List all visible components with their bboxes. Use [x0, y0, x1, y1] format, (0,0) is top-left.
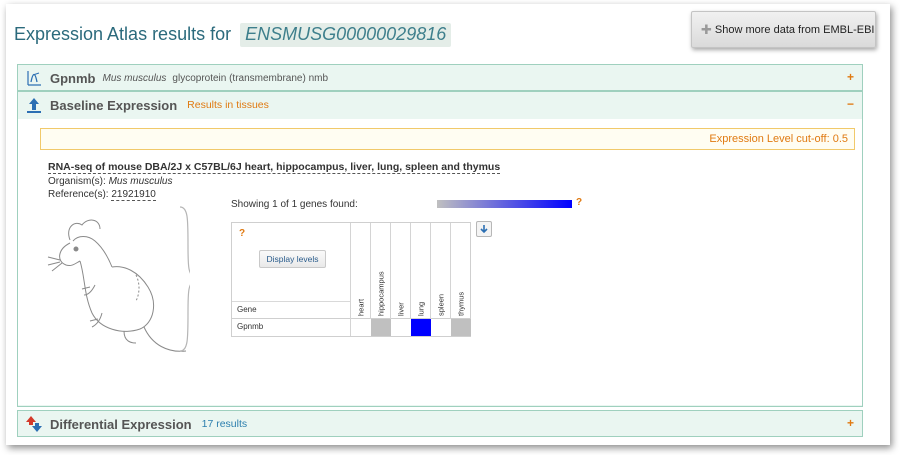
- gene-icon: [18, 69, 50, 87]
- heatmap-cell-lung[interactable]: [411, 319, 431, 336]
- baseline-icon: [18, 96, 50, 114]
- heatmap-cell-heart[interactable]: [351, 319, 371, 336]
- organism-line: Organism(s): Mus musculus: [48, 176, 172, 187]
- organism-label: Organism(s):: [48, 176, 106, 187]
- page-title: Expression Atlas results for ENSMUSG0000…: [14, 23, 452, 47]
- show-more-label: Show more data from EMBL-EBI: [714, 23, 875, 36]
- baseline-panel-header[interactable]: Baseline Expression Results in tissues −: [18, 92, 862, 118]
- reference-link[interactable]: 21921910: [111, 189, 156, 201]
- differential-subtitle[interactable]: 17 results: [202, 418, 248, 430]
- display-levels-button[interactable]: Display levels: [259, 250, 326, 268]
- reference-label: Reference(s):: [48, 189, 109, 200]
- reference-line: Reference(s): 21921910: [48, 189, 156, 201]
- differential-panel[interactable]: Differential Expression 17 results +: [17, 410, 863, 437]
- heatmap-cell-thymus[interactable]: [451, 319, 471, 336]
- tissue-header-heart[interactable]: heart: [351, 256, 371, 316]
- differential-title: Differential Expression: [50, 416, 192, 432]
- experiment-title-link[interactable]: RNA-seq of mouse DBA/2J x C57BL/6J heart…: [48, 161, 501, 174]
- gene-description: glycoprotein (transmembrane) nmb: [172, 72, 329, 84]
- tissue-header-thymus[interactable]: thymus: [451, 256, 471, 316]
- heatmap-row-gene[interactable]: Gpnmb: [237, 322, 263, 331]
- tissue-header-spleen[interactable]: spleen: [431, 256, 451, 316]
- baseline-title: Baseline Expression: [50, 97, 178, 113]
- baseline-collapse-toggle[interactable]: −: [847, 97, 854, 111]
- gene-id-badge: ENSMUSG00000029816: [240, 23, 452, 47]
- heatmap-cell-hippocampus[interactable]: [371, 319, 391, 336]
- heatmap-cell-spleen[interactable]: [431, 319, 451, 336]
- differential-panel-header[interactable]: Differential Expression 17 results +: [18, 411, 862, 437]
- baseline-panel: Baseline Expression Results in tissues −…: [17, 91, 863, 407]
- scale-help-icon[interactable]: ?: [576, 197, 582, 208]
- organism-value: Mus musculus: [108, 176, 173, 187]
- differential-expand-toggle[interactable]: +: [847, 416, 854, 430]
- tissue-header-hippocampus[interactable]: hippocampus: [371, 256, 391, 316]
- mouse-anatogram: [40, 205, 198, 370]
- tissue-header-liver[interactable]: liver: [391, 256, 411, 316]
- cutoff-box: Expression Level cut-off: 0.5: [40, 128, 855, 150]
- plus-icon: ✚: [701, 21, 712, 37]
- baseline-body: Expression Level cut-off: 0.5 RNA-seq of…: [18, 119, 862, 405]
- gene-column-header: Gene: [237, 305, 257, 314]
- genes-found-text: Showing 1 of 1 genes found:: [231, 199, 358, 210]
- show-more-button[interactable]: ✚ Show more data from EMBL-EBI: [691, 11, 876, 48]
- gene-panel-expand-toggle[interactable]: +: [847, 70, 854, 84]
- download-arrow-icon: [480, 225, 488, 234]
- heatmap-cell-liver[interactable]: [391, 319, 411, 336]
- heatmap-header-divider: [232, 301, 350, 302]
- gene-panel[interactable]: Gpnmb Mus musculus glycoprotein (transme…: [17, 64, 863, 91]
- heatmap-help-icon[interactable]: ?: [239, 228, 245, 239]
- expression-scale-bar: [437, 200, 572, 208]
- results-frame: Expression Atlas results for ENSMUSG0000…: [6, 4, 890, 445]
- baseline-heatmap: ? Display levels Gene Gpnmb heart hippoc…: [231, 222, 471, 337]
- gene-species: Mus musculus: [102, 72, 167, 84]
- baseline-subtitle: Results in tissues: [187, 99, 269, 111]
- tissue-header-lung[interactable]: lung: [411, 256, 431, 316]
- download-button[interactable]: [476, 221, 492, 237]
- differential-icon: [18, 415, 50, 433]
- gene-panel-header[interactable]: Gpnmb Mus musculus glycoprotein (transme…: [18, 65, 862, 91]
- gene-name: Gpnmb: [50, 70, 96, 86]
- page-title-text: Expression Atlas results for: [14, 24, 232, 44]
